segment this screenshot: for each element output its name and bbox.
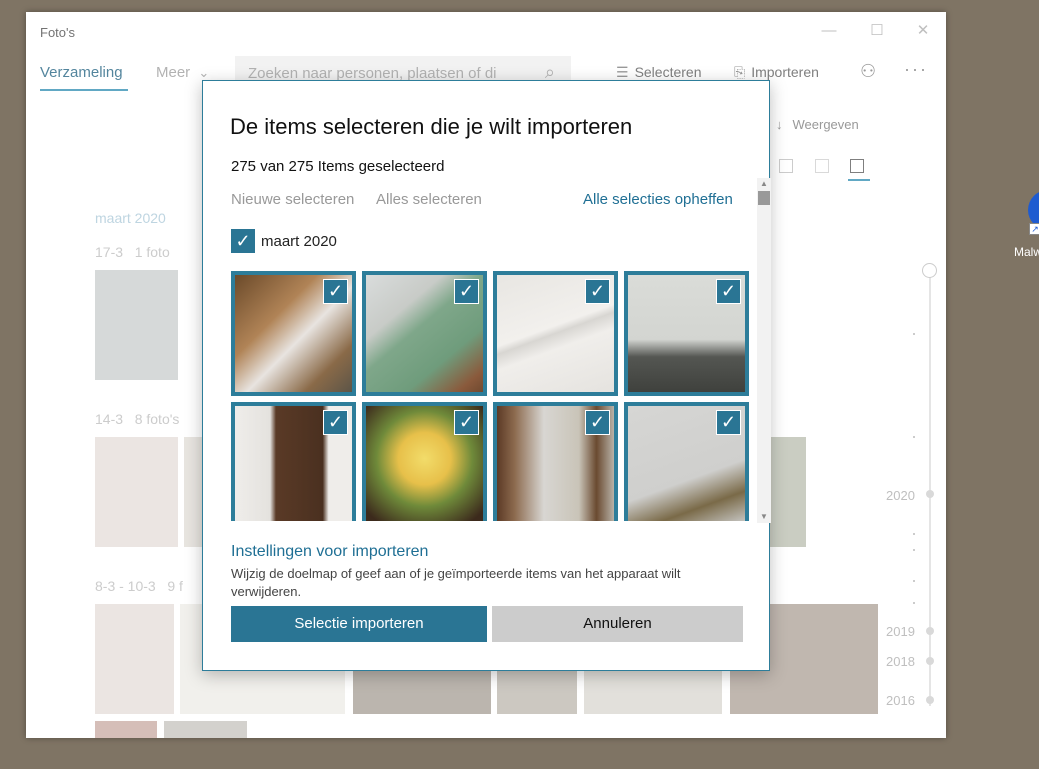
cancel-button[interactable]: Annuleren <box>492 606 743 642</box>
desktop-shortcut[interactable]: ↗ Malw <box>1010 185 1039 265</box>
desktop-shortcut-label: Malw <box>1014 245 1039 259</box>
photo-tile[interactable]: ✓ <box>624 402 749 521</box>
photo-checkbox[interactable]: ✓ <box>585 279 610 304</box>
import-dialog: De items selecteren die je wilt importer… <box>202 80 771 671</box>
scroll-up-icon[interactable]: ▲ <box>757 178 771 190</box>
select-all-link[interactable]: Alles selecteren <box>376 191 482 208</box>
photo-checkbox[interactable]: ✓ <box>454 279 479 304</box>
scroll-down-icon[interactable]: ▼ <box>757 511 771 523</box>
dialog-title: De items selecteren die je wilt importer… <box>230 114 633 139</box>
deselect-all-link[interactable]: Alle selecties opheffen <box>583 191 733 208</box>
photo-checkbox[interactable]: ✓ <box>323 279 348 304</box>
import-settings-link[interactable]: Instellingen voor importeren <box>231 543 428 561</box>
scrollbar-thumb[interactable] <box>758 191 770 205</box>
photo-checkbox[interactable]: ✓ <box>585 410 610 435</box>
photo-tile[interactable]: ✓ <box>493 402 618 521</box>
select-new-link[interactable]: Nieuwe selecteren <box>231 191 354 208</box>
shortcut-arrow-icon: ↗ <box>1029 223 1039 235</box>
import-settings-description: Wijzig de doelmap of geef aan of je geïm… <box>231 566 681 599</box>
group-label: maart 2020 <box>261 233 337 250</box>
photo-tile[interactable]: ✓ <box>493 271 618 396</box>
photo-grid[interactable]: ✓ ✓ ✓ ✓ ✓ ✓ ✓ ✓ <box>231 271 756 521</box>
selection-count: 275 van 275 Items geselecteerd <box>231 158 445 175</box>
photo-tile[interactable]: ✓ <box>231 402 356 521</box>
photo-checkbox[interactable]: ✓ <box>323 410 348 435</box>
photo-checkbox[interactable]: ✓ <box>454 410 479 435</box>
photo-checkbox[interactable]: ✓ <box>716 410 741 435</box>
photo-tile[interactable]: ✓ <box>362 402 487 521</box>
photo-checkbox[interactable]: ✓ <box>716 279 741 304</box>
group-checkbox[interactable]: ✓ <box>231 229 255 253</box>
scrollbar[interactable]: ▲ ▼ <box>757 178 771 523</box>
photo-tile[interactable]: ✓ <box>362 271 487 396</box>
photo-tile[interactable]: ✓ <box>231 271 356 396</box>
import-selection-button[interactable]: Selectie importeren <box>231 606 487 642</box>
photo-tile[interactable]: ✓ <box>624 271 749 396</box>
